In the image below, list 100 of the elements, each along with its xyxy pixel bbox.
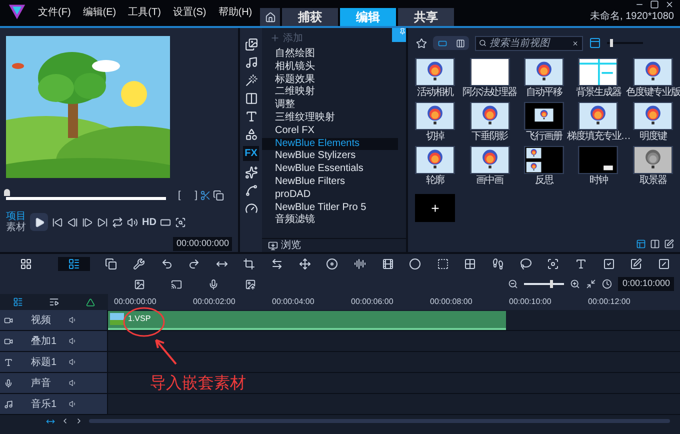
title-3d-icon[interactable]	[574, 258, 587, 270]
undo-icon[interactable]	[160, 258, 172, 270]
clock-icon[interactable]	[602, 279, 612, 289]
check-icon[interactable]	[602, 258, 614, 270]
edit-icon[interactable]	[630, 258, 642, 270]
volume-icon[interactable]	[69, 379, 77, 387]
single-view-icon[interactable]	[438, 38, 446, 48]
cast-icon[interactable]	[171, 278, 182, 290]
effect-thumbnail[interactable]	[415, 102, 456, 130]
mark-in[interactable]: [	[178, 188, 181, 203]
fit-timeline-icon[interactable]	[46, 416, 55, 426]
library-nav-icon[interactable]	[244, 166, 258, 179]
library-nav-icon[interactable]	[244, 128, 258, 141]
zoom-out-icon[interactable]	[508, 279, 518, 289]
category-item[interactable]: proDAD	[262, 188, 398, 202]
effect-thumbnail[interactable]	[470, 102, 510, 130]
category-item[interactable]: NewBlue Stylizers	[262, 150, 398, 164]
home-tab[interactable]	[260, 8, 280, 26]
browse-icon[interactable]	[268, 240, 278, 250]
library-nav-icon[interactable]	[244, 92, 258, 105]
volume-icon[interactable]	[127, 216, 138, 228]
split-icon[interactable]	[271, 258, 283, 270]
menu-item[interactable]: 文件(F)	[38, 5, 71, 20]
mask-icon[interactable]	[520, 258, 532, 270]
aspect-icon[interactable]	[160, 216, 172, 228]
skip-end-icon[interactable]	[97, 216, 108, 228]
edit-icon[interactable]	[664, 239, 674, 249]
menu-item[interactable]: 编辑(E)	[82, 5, 116, 20]
duration-field[interactable]: 0:00:10:000	[618, 277, 674, 291]
camera-icon[interactable]	[4, 336, 13, 346]
library-nav-icon[interactable]	[244, 110, 258, 123]
fx-tab[interactable]: FX	[242, 146, 260, 161]
category-item[interactable]: 三维纹理映射	[262, 112, 398, 125]
add-effect-tile[interactable]: +	[415, 194, 456, 222]
scroll-bar[interactable]	[89, 419, 670, 423]
hd-toggle[interactable]: HD	[142, 214, 156, 230]
search-icon[interactable]	[479, 39, 486, 47]
scroll-right-icon[interactable]	[75, 417, 83, 425]
resize-icon[interactable]	[298, 258, 311, 270]
library-nav-icon[interactable]	[244, 56, 258, 69]
effect-thumbnail[interactable]	[524, 58, 564, 86]
export-icon[interactable]	[245, 278, 256, 290]
effect-thumbnail[interactable]	[632, 58, 673, 86]
mode-tab[interactable]: 共享	[398, 8, 454, 26]
focus-icon[interactable]	[547, 258, 560, 270]
repeat-icon[interactable]	[112, 216, 123, 228]
category-item[interactable]: 标题效果	[262, 74, 398, 86]
menu-item[interactable]: 设置(S)	[172, 5, 206, 20]
effect-thumbnail[interactable]	[578, 146, 618, 174]
audio-icon[interactable]	[354, 258, 366, 270]
menu-item[interactable]: 工具(T)	[128, 5, 161, 20]
triangle-icon[interactable]	[86, 298, 95, 306]
motion-icon[interactable]	[492, 258, 504, 270]
timecode-field[interactable]: 00:00:00:000	[173, 237, 232, 250]
effect-thumbnail[interactable]	[415, 146, 456, 174]
menu-item[interactable]: 帮助(H)	[218, 5, 252, 20]
category-item[interactable]: 二维映射	[262, 86, 398, 100]
play-button[interactable]	[30, 213, 48, 231]
record-icon[interactable]	[326, 258, 338, 270]
effect-thumbnail[interactable]	[578, 58, 618, 86]
tracks-icon[interactable]	[13, 297, 24, 307]
library-nav-icon[interactable]	[244, 38, 258, 51]
close-icon[interactable]	[665, 0, 674, 9]
category-item[interactable]: 自然绘图	[262, 48, 398, 61]
library-nav-icon[interactable]	[244, 202, 258, 215]
mode-toggle[interactable]: 项目	[6, 211, 26, 222]
grid-icon[interactable]	[464, 258, 476, 270]
split-view-icon[interactable]	[456, 38, 464, 48]
copy-icon[interactable]	[105, 258, 118, 270]
volume-icon[interactable]	[69, 400, 77, 408]
volume-icon[interactable]	[69, 358, 77, 366]
effect-thumbnail[interactable]	[578, 102, 618, 130]
effect-thumbnail[interactable]	[632, 146, 673, 174]
volume-icon[interactable]	[69, 316, 77, 324]
mic-icon[interactable]	[208, 278, 219, 290]
columns-icon[interactable]	[650, 239, 660, 249]
effect-thumbnail[interactable]	[470, 146, 510, 174]
music-icon[interactable]	[4, 400, 13, 408]
library-nav-icon[interactable]	[244, 184, 258, 197]
step-back-icon[interactable]	[67, 216, 78, 228]
fit-icon[interactable]	[586, 279, 596, 289]
clear-icon[interactable]	[572, 40, 579, 46]
zoom-in-icon[interactable]	[570, 279, 580, 289]
category-item[interactable]: 音频滤镜	[262, 214, 398, 228]
list-icon[interactable]	[49, 297, 60, 307]
tools-icon[interactable]	[132, 258, 145, 270]
camera-icon[interactable]	[4, 316, 13, 324]
zoom-icon[interactable]	[175, 216, 186, 228]
panel-icon[interactable]	[636, 239, 646, 249]
favorite-icon[interactable]	[416, 38, 427, 48]
category-item[interactable]: NewBlue Titler Pro 5	[262, 202, 398, 214]
category-item[interactable]: Corel FX	[262, 124, 398, 138]
playhead-handle[interactable]	[4, 189, 10, 196]
category-item[interactable]: NewBlue Essentials	[262, 163, 398, 176]
maximize-icon[interactable]	[650, 0, 659, 9]
effect-thumbnail[interactable]	[524, 146, 564, 174]
scroll-left-icon[interactable]	[61, 417, 69, 425]
mode-toggle[interactable]: 素材	[6, 222, 26, 233]
effect-thumbnail[interactable]	[632, 102, 673, 130]
mic-icon[interactable]	[4, 378, 13, 388]
